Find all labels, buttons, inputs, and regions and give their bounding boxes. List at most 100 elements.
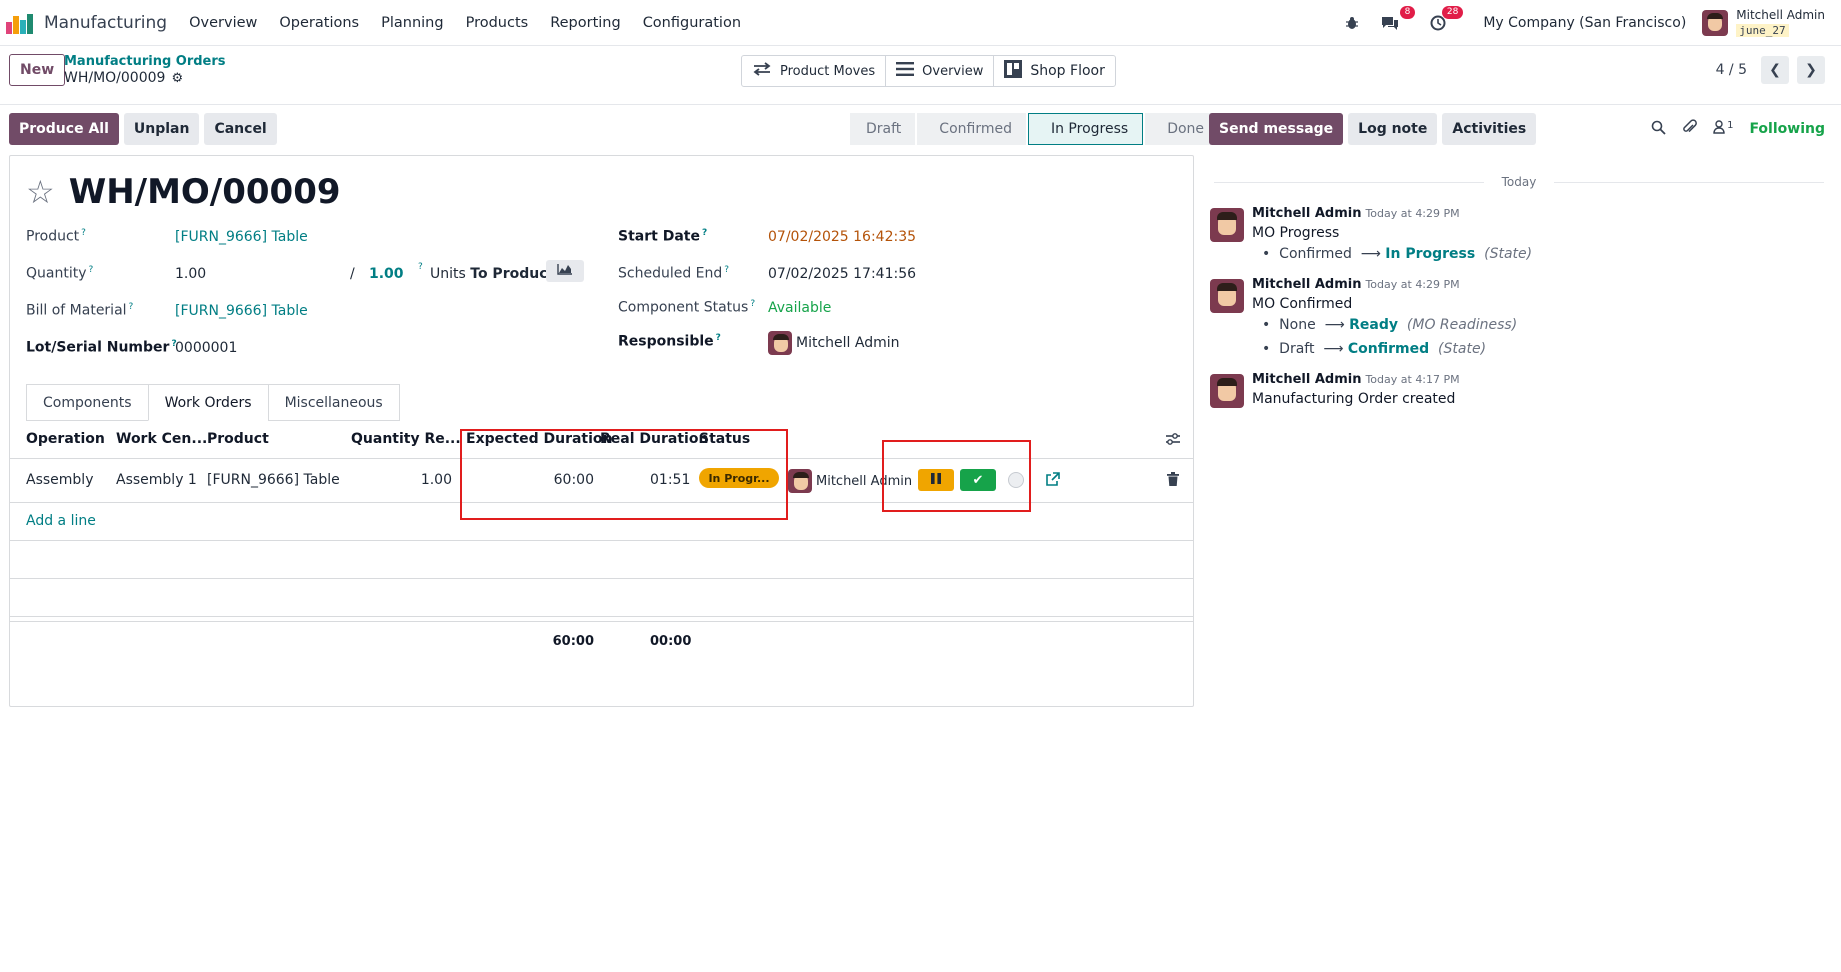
send-message-button[interactable]: Send message bbox=[1209, 113, 1344, 145]
menu-configuration[interactable]: Configuration bbox=[643, 15, 741, 31]
quantity-target-field[interactable]: 1.00 bbox=[369, 266, 404, 282]
bom-field[interactable]: [FURN_9666] Table bbox=[175, 303, 308, 319]
chatter-message: Mitchell Admin Today at 4:17 PM Manufactu… bbox=[1210, 372, 1810, 414]
table-row[interactable]: Assembly Assembly 1 [FURN_9666] Table 1.… bbox=[10, 459, 1193, 503]
responsible-field[interactable]: Mitchell Admin bbox=[768, 331, 900, 355]
external-link-icon[interactable] bbox=[1045, 472, 1060, 491]
form-action-bar: Produce All Unplan Cancel bbox=[9, 113, 277, 145]
cell-user: Mitchell Admin bbox=[788, 469, 912, 493]
quantity-field[interactable]: 1.00 bbox=[175, 266, 206, 282]
lot-field[interactable]: 0000001 bbox=[175, 340, 237, 356]
activity-clock-icon[interactable]: 28 bbox=[1427, 6, 1464, 34]
search-icon[interactable] bbox=[1651, 120, 1666, 139]
lot-label: Lot/Serial Number? bbox=[26, 339, 177, 356]
forecast-chart-button[interactable] bbox=[546, 260, 584, 282]
app-name[interactable]: Manufacturing bbox=[44, 13, 167, 33]
new-button[interactable]: New bbox=[9, 54, 66, 86]
cell-real-duration: 01:51 bbox=[650, 472, 691, 488]
status-bar: Draft Confirmed In Progress Done bbox=[850, 113, 1220, 145]
col-operation[interactable]: Operation bbox=[26, 431, 105, 447]
cancel-button[interactable]: Cancel bbox=[204, 113, 277, 145]
chatter-actions: Send message Log note Activities bbox=[1209, 113, 1537, 145]
followers-button[interactable]: 1 bbox=[1713, 120, 1733, 138]
area-chart-icon bbox=[557, 263, 573, 279]
activities-button[interactable]: Activities bbox=[1442, 113, 1537, 145]
breadcrumb-manufacturing-orders[interactable]: Manufacturing Orders bbox=[64, 54, 226, 69]
col-quantity[interactable]: Quantity Re... bbox=[351, 431, 461, 447]
menu-overview[interactable]: Overview bbox=[189, 15, 257, 31]
col-real-duration[interactable]: Real Duration bbox=[600, 431, 708, 447]
menu-products[interactable]: Products bbox=[466, 15, 529, 31]
breadcrumb: WH/MO/00009 ⚙ bbox=[64, 70, 183, 86]
chevron-right-icon: ❯ bbox=[1805, 62, 1817, 78]
stage-draft[interactable]: Draft bbox=[850, 113, 916, 145]
responsible-name: Mitchell Admin bbox=[796, 335, 900, 351]
unplan-button[interactable]: Unplan bbox=[123, 113, 200, 145]
tab-work-orders[interactable]: Work Orders bbox=[147, 384, 269, 421]
pause-button[interactable] bbox=[918, 469, 954, 491]
control-panel-divider bbox=[0, 104, 1841, 105]
empty-row bbox=[10, 579, 1193, 617]
tab-miscellaneous[interactable]: Miscellaneous bbox=[267, 384, 400, 421]
stage-in-progress[interactable]: In Progress bbox=[1027, 113, 1144, 145]
responsible-label: Responsible? bbox=[618, 333, 721, 350]
overview-label: Overview bbox=[922, 63, 984, 79]
title-row: ☆ WH/MO/00009 bbox=[26, 172, 341, 212]
uom-field[interactable]: Units To Produce bbox=[430, 266, 557, 282]
debug-bug-icon[interactable] bbox=[1341, 12, 1363, 34]
product-moves-button[interactable]: Product Moves bbox=[742, 56, 887, 86]
optional-columns-toggle-icon[interactable] bbox=[1165, 432, 1181, 450]
product-field[interactable]: [FURN_9666] Table bbox=[175, 229, 308, 245]
chat-bubbles-icon[interactable]: 8 bbox=[1379, 6, 1416, 34]
trash-icon[interactable] bbox=[1167, 472, 1179, 490]
stage-done[interactable]: Done bbox=[1145, 113, 1219, 145]
status-badge: In Progr... bbox=[699, 468, 779, 488]
done-button[interactable]: ✔ bbox=[960, 469, 996, 491]
message-author: Mitchell Admin Today at 4:17 PM bbox=[1252, 372, 1460, 387]
scheduled-end-label: Scheduled End? bbox=[618, 265, 730, 282]
produce-all-button[interactable]: Produce All bbox=[9, 113, 119, 145]
stage-confirmed[interactable]: Confirmed bbox=[917, 113, 1026, 145]
chatter-icons: 1 Following bbox=[1651, 113, 1825, 145]
list-bars-icon bbox=[896, 62, 915, 80]
paperclip-icon[interactable] bbox=[1682, 119, 1697, 139]
col-status[interactable]: Status bbox=[699, 431, 750, 447]
log-note-button[interactable]: Log note bbox=[1348, 113, 1438, 145]
following-button[interactable]: Following bbox=[1749, 121, 1825, 137]
col-product[interactable]: Product bbox=[207, 431, 269, 447]
message-author-avatar[interactable] bbox=[1210, 208, 1244, 242]
component-status-field: Available bbox=[768, 300, 832, 316]
shop-floor-button[interactable]: Shop Floor bbox=[994, 56, 1115, 86]
pager-previous-button[interactable]: ❮ bbox=[1761, 56, 1789, 84]
tab-components[interactable]: Components bbox=[26, 384, 149, 421]
user-menu[interactable]: Mitchell Admin june_27 bbox=[1702, 8, 1825, 38]
smart-buttons: Product Moves Overview Shop Floor bbox=[741, 55, 1116, 87]
chatter-message: Mitchell Admin Today at 4:29 PM MO Progre… bbox=[1210, 206, 1810, 268]
tracking-change: • Confirmed ⟶ In Progress (State) bbox=[1262, 246, 1533, 262]
star-icon[interactable]: ☆ bbox=[26, 173, 55, 211]
scheduled-end-field[interactable]: 07/02/2025 17:41:56 bbox=[768, 266, 916, 282]
notebook-tabs: Components Work Orders Miscellaneous bbox=[26, 384, 400, 421]
toggle-circle[interactable] bbox=[1008, 472, 1024, 488]
col-work-center[interactable]: Work Cen... bbox=[116, 431, 207, 447]
message-author-avatar[interactable] bbox=[1210, 279, 1244, 313]
menu-operations[interactable]: Operations bbox=[279, 15, 359, 31]
overview-button[interactable]: Overview bbox=[886, 56, 995, 86]
pager-value[interactable]: 4 / 5 bbox=[1716, 62, 1747, 78]
message-body: Manufacturing Order created bbox=[1252, 391, 1456, 407]
message-author: Mitchell Admin Today at 4:29 PM bbox=[1252, 206, 1460, 221]
pager-next-button[interactable]: ❯ bbox=[1797, 56, 1825, 84]
followers-count: 1 bbox=[1727, 120, 1734, 131]
chat-badge: 8 bbox=[1399, 6, 1416, 19]
start-date-field[interactable]: 07/02/2025 16:42:35 bbox=[768, 229, 916, 245]
company-switcher[interactable]: My Company (San Francisco) bbox=[1483, 15, 1686, 31]
message-author-avatar[interactable] bbox=[1210, 374, 1244, 408]
col-expected-duration[interactable]: Expected Duration bbox=[466, 431, 613, 447]
gear-icon[interactable]: ⚙ bbox=[171, 71, 183, 86]
product-label: Product? bbox=[26, 228, 86, 245]
menu-planning[interactable]: Planning bbox=[381, 15, 443, 31]
menu-reporting[interactable]: Reporting bbox=[550, 15, 621, 31]
add-a-line-link[interactable]: Add a line bbox=[26, 513, 96, 529]
manufacturing-app-icon[interactable] bbox=[6, 12, 34, 34]
top-navbar: Manufacturing Overview Operations Planni… bbox=[0, 0, 1841, 46]
